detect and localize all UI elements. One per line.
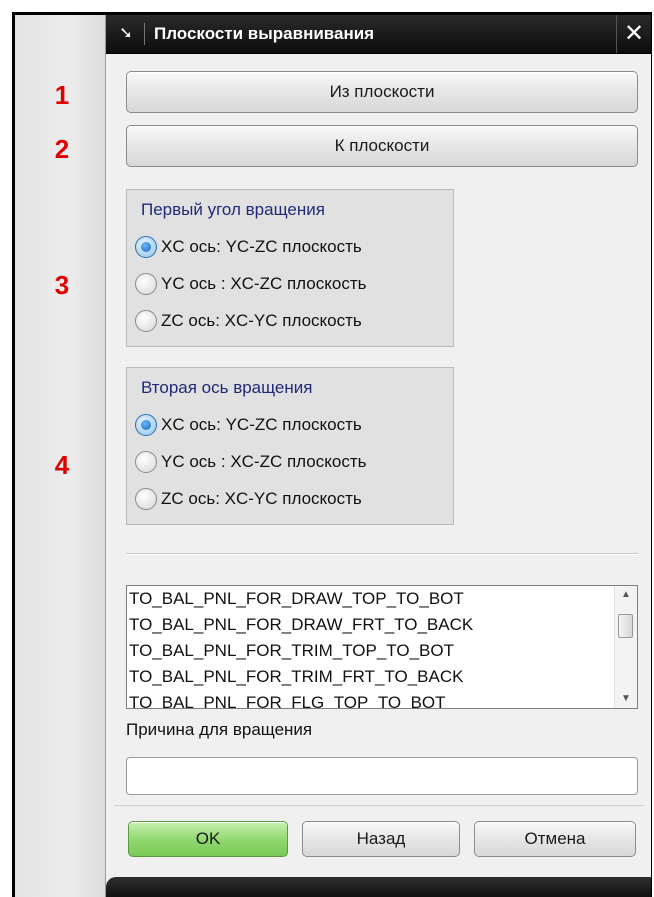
close-icon: ✕ [623,20,645,47]
scroll-up-icon[interactable]: ▲ [615,586,637,604]
list-item[interactable]: TO_BAL_PNL_FOR_FLG_TOP_TO_BOT [129,690,613,708]
dialog-title: Плоскости выравнивания [154,24,375,43]
group-title: Вторая ось вращения [141,378,313,397]
marker-1: 1 [54,80,70,110]
radio-button[interactable] [135,451,157,473]
radio-label: XC ось: YC-ZC плоскость [161,237,362,256]
first-rotation-group: Первый угол вращения XC ось: YC-ZC плоск… [126,189,454,347]
group-title: Первый угол вращения [141,200,325,219]
back-button[interactable]: Назад [302,821,460,857]
radio-label: YC ось : XC-ZC плоскость [161,452,367,471]
radio-button[interactable] [135,414,157,436]
radio-label: ZC ось: XC-YC плоскость [161,311,362,330]
second-rotation-group: Вторая ось вращения XC ось: YC-ZC плоско… [126,367,454,525]
radio-label: YC ось : XC-ZC плоскость [161,274,367,293]
align-planes-dialog: ➘ Плоскости выравнивания ✕ Из плоскости … [105,15,651,897]
radio-label: ZC ось: XC-YC плоскость [161,489,362,508]
section-divider [126,553,638,555]
reason-input[interactable] [126,757,638,795]
list-items: TO_BAL_PNL_FOR_DRAW_TOP_TO_BOT TO_BAL_PN… [129,586,613,708]
to-plane-button[interactable]: К плоскости [126,125,638,167]
radio-button[interactable] [135,273,157,295]
list-item[interactable]: TO_BAL_PNL_FOR_DRAW_FRT_TO_BACK [129,612,613,638]
close-button[interactable]: ✕ [616,15,651,53]
radio-button[interactable] [135,310,157,332]
reason-field-label: Причина для вращения [126,720,313,739]
ok-button[interactable]: OK [128,821,288,857]
reasons-listbox[interactable]: TO_BAL_PNL_FOR_DRAW_TOP_TO_BOT TO_BAL_PN… [126,585,638,709]
title-bar: ➘ Плоскости выравнивания ✕ [106,15,651,54]
cancel-button[interactable]: Отмена [474,821,636,857]
marker-4: 4 [54,450,70,480]
marker-2: 2 [54,134,70,164]
list-scrollbar[interactable]: ▲ ▼ [614,586,637,708]
marker-3: 3 [54,270,70,300]
arrow-cursor-icon: ➘ [119,25,133,42]
radio-button[interactable] [135,488,157,510]
title-separator [144,23,145,45]
scroll-down-icon[interactable]: ▼ [615,690,637,708]
scroll-thumb[interactable] [618,614,633,638]
list-item[interactable]: TO_BAL_PNL_FOR_TRIM_FRT_TO_BACK [129,664,613,690]
radio-label: XC ось: YC-ZC плоскость [161,415,362,434]
radio-button[interactable] [135,236,157,258]
footer-separator [114,805,644,806]
list-item[interactable]: TO_BAL_PNL_FOR_TRIM_TOP_TO_BOT [129,638,613,664]
from-plane-button[interactable]: Из плоскости [126,71,638,113]
bottom-bar [106,877,651,897]
list-item[interactable]: TO_BAL_PNL_FOR_DRAW_TOP_TO_BOT [129,586,613,612]
